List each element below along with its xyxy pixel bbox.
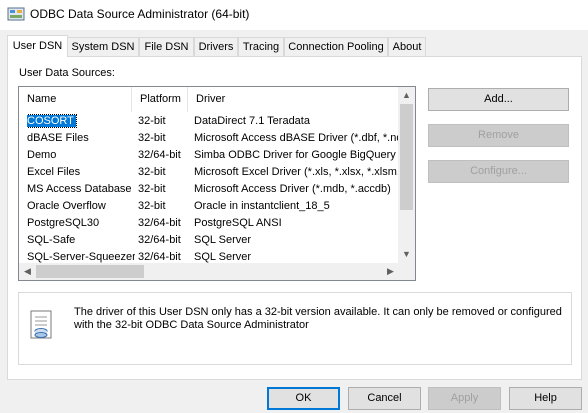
- table-row[interactable]: SQL-Safe 32/64-bit SQL Server: [19, 232, 399, 249]
- table-row[interactable]: Demo 32/64-bit Simba ODBC Driver for Goo…: [19, 147, 399, 164]
- column-header-name[interactable]: Name: [19, 87, 132, 112]
- configure-button[interactable]: Configure...: [428, 160, 569, 183]
- table-row[interactable]: PostgreSQL30 32/64-bit PostgreSQL ANSI: [19, 215, 399, 232]
- dsn-name: MS Access Database: [27, 183, 132, 195]
- dsn-name: Oracle Overflow: [27, 200, 106, 212]
- dsn-platform: 32/64-bit: [138, 234, 181, 246]
- apply-button[interactable]: Apply: [428, 387, 501, 410]
- dsn-driver: PostgreSQL ANSI: [194, 217, 282, 229]
- window-title: ODBC Data Source Administrator (64-bit): [30, 7, 250, 21]
- dsn-driver: Oracle in instantclient_18_5: [194, 200, 330, 212]
- add-button[interactable]: Add...: [428, 88, 569, 111]
- info-box: The driver of this User DSN only has a 3…: [18, 292, 572, 365]
- dsn-platform: 32-bit: [138, 166, 166, 178]
- dsn-driver: Microsoft Excel Driver (*.xls, *.xlsx, *…: [194, 166, 399, 178]
- data-sources-list[interactable]: Name Platform Driver COSORT 32-bit DataD…: [18, 86, 416, 281]
- tab-user-dsn[interactable]: User DSN: [7, 35, 68, 57]
- dsn-platform: 32/64-bit: [138, 217, 181, 229]
- user-data-sources-label: User Data Sources:: [19, 67, 115, 79]
- scroll-right-icon[interactable]: ▶: [382, 263, 399, 280]
- dsn-name: Excel Files: [27, 166, 81, 178]
- info-message: The driver of this User DSN only has a 3…: [74, 306, 562, 331]
- dsn-driver: Simba ODBC Driver for Google BigQuery: [194, 149, 396, 161]
- title-bar: ODBC Data Source Administrator (64-bit): [0, 0, 588, 30]
- help-button[interactable]: Help: [509, 387, 582, 410]
- dsn-name: dBASE Files: [27, 132, 89, 144]
- table-row[interactable]: Oracle Overflow 32-bit Oracle in instant…: [19, 198, 399, 215]
- dsn-name: SQL-Safe: [27, 234, 76, 246]
- tab-file-dsn[interactable]: File DSN: [139, 37, 194, 56]
- tab-tracing[interactable]: Tracing: [238, 37, 284, 56]
- vertical-scroll-thumb[interactable]: [400, 104, 413, 210]
- tab-connection-pooling[interactable]: Connection Pooling: [284, 37, 388, 56]
- tab-system-dsn[interactable]: System DSN: [67, 37, 139, 56]
- scrollbar-corner: [398, 263, 415, 280]
- column-header-platform[interactable]: Platform: [132, 87, 188, 112]
- table-row[interactable]: dBASE Files 32-bit Microsoft Access dBAS…: [19, 130, 399, 147]
- dsn-driver: Microsoft Access Driver (*.mdb, *.accdb): [194, 183, 391, 195]
- odbc-app-icon: [7, 7, 25, 21]
- remove-button[interactable]: Remove: [428, 124, 569, 147]
- table-row[interactable]: MS Access Database 32-bit Microsoft Acce…: [19, 181, 399, 198]
- table-row[interactable]: COSORT 32-bit DataDirect 7.1 Teradata: [19, 113, 399, 130]
- list-header: Name Platform Driver: [19, 87, 399, 112]
- document-info-icon: [30, 310, 52, 339]
- dsn-name: COSORT: [27, 114, 77, 128]
- dsn-platform: 32/64-bit: [138, 149, 181, 161]
- horizontal-scrollbar[interactable]: ◀ ▶: [19, 263, 399, 280]
- dsn-name: PostgreSQL30: [27, 217, 100, 229]
- dsn-platform: 32-bit: [138, 200, 166, 212]
- dsn-platform: 32-bit: [138, 132, 166, 144]
- dsn-driver: SQL Server: [194, 234, 252, 246]
- dsn-platform: 32-bit: [138, 183, 166, 195]
- ok-button[interactable]: OK: [267, 387, 340, 410]
- tab-about[interactable]: About: [388, 37, 426, 56]
- table-row[interactable]: Excel Files 32-bit Microsoft Excel Drive…: [19, 164, 399, 181]
- tab-drivers[interactable]: Drivers: [194, 37, 238, 56]
- scroll-up-icon[interactable]: ▲: [398, 87, 415, 104]
- horizontal-scroll-thumb[interactable]: [36, 265, 144, 278]
- dsn-platform: 32-bit: [138, 115, 166, 127]
- vertical-scrollbar[interactable]: ▲ ▼: [398, 87, 415, 263]
- dsn-name: Demo: [27, 149, 57, 161]
- scroll-left-icon[interactable]: ◀: [19, 263, 36, 280]
- dsn-driver: Microsoft Access dBASE Driver (*.dbf, *.…: [194, 132, 399, 144]
- scroll-down-icon[interactable]: ▼: [398, 246, 415, 263]
- column-header-driver[interactable]: Driver: [188, 87, 399, 112]
- cancel-button[interactable]: Cancel: [348, 387, 421, 410]
- dsn-driver: DataDirect 7.1 Teradata: [194, 115, 310, 127]
